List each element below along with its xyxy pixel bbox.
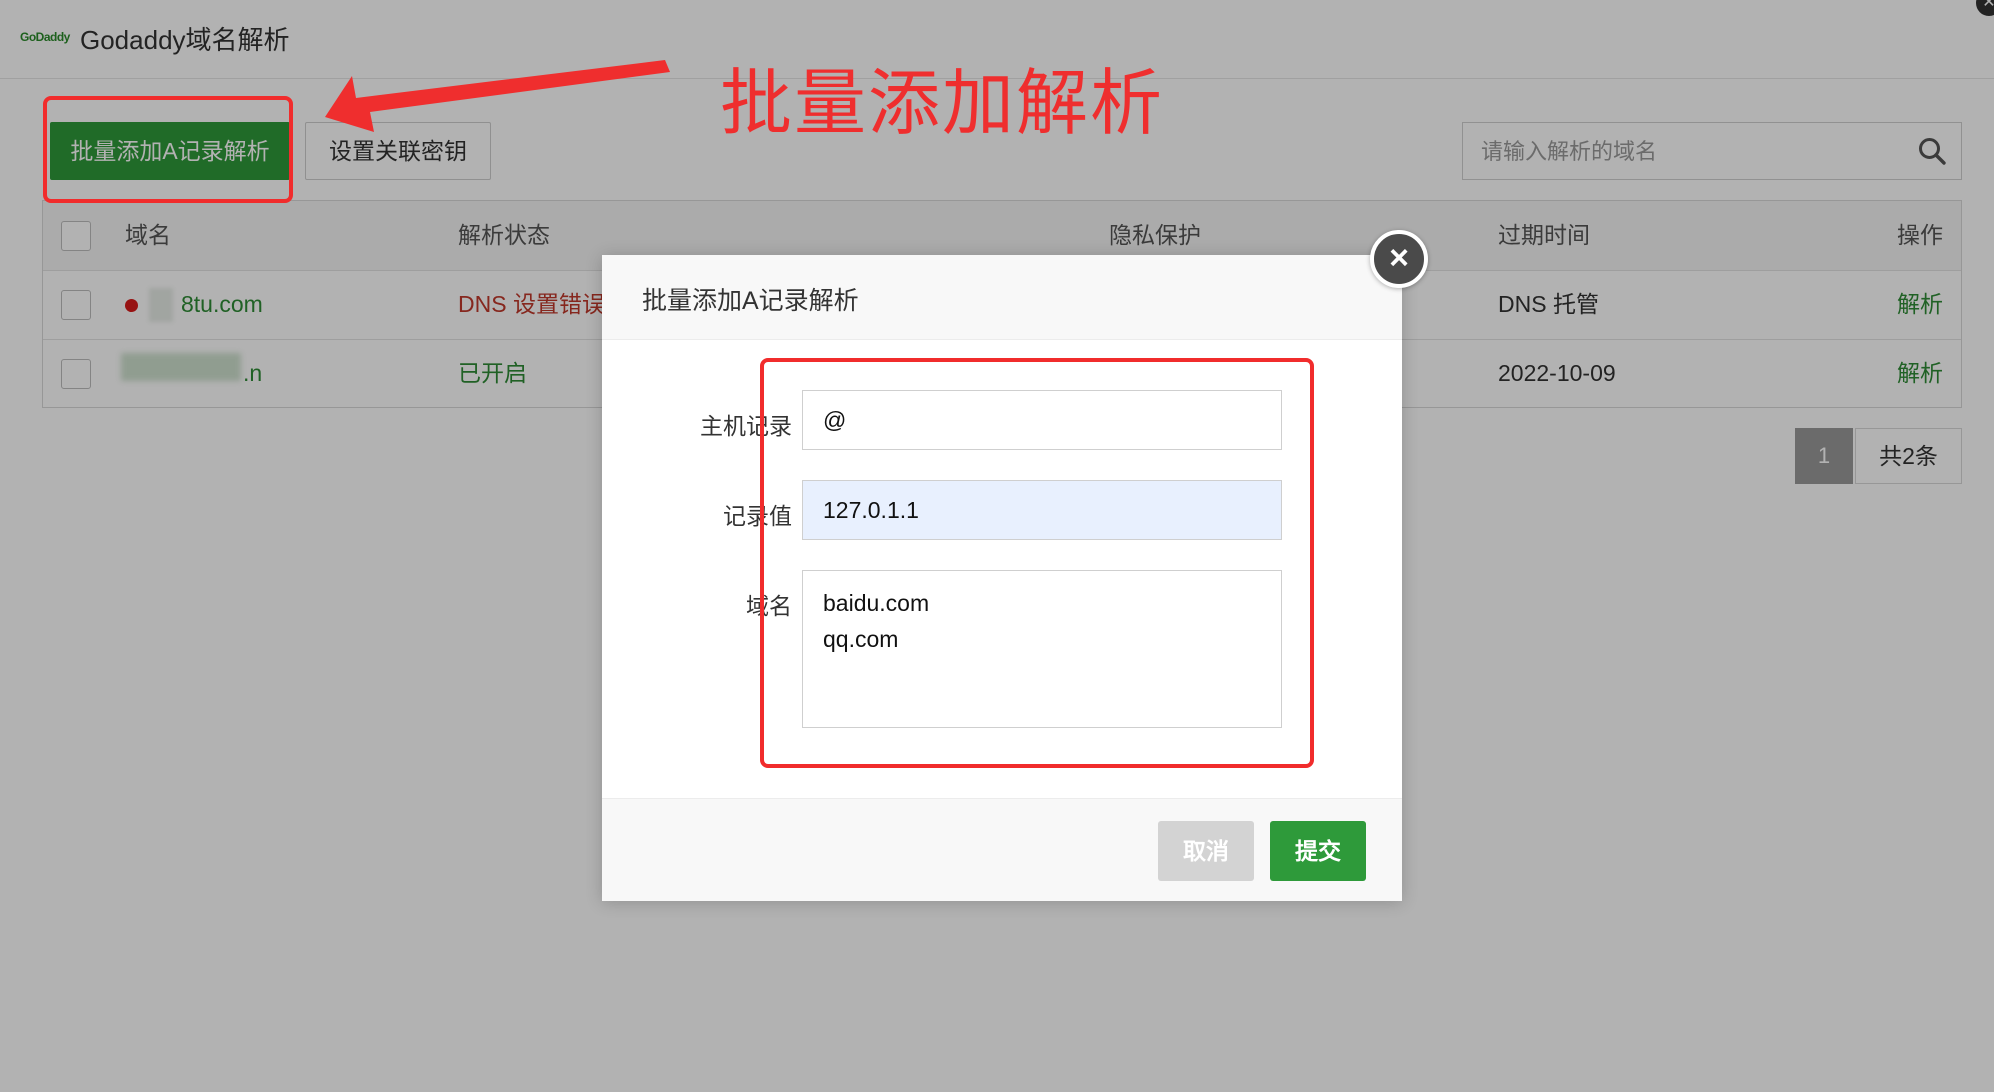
- annotation-text: 批量添加解析: [720, 64, 1165, 144]
- modal-header: 批量添加A记录解析: [602, 255, 1402, 340]
- submit-button[interactable]: 提交: [1270, 821, 1366, 881]
- app-window: GoDaddy Godaddy域名解析 ✕ 批量添加A记录解析 设置关联密钥 域…: [0, 0, 1994, 1092]
- modal-close-button[interactable]: ×: [1370, 230, 1428, 288]
- close-icon: ×: [1389, 239, 1409, 277]
- modal-title: 批量添加A记录解析: [642, 287, 859, 315]
- cancel-button[interactable]: 取消: [1158, 821, 1254, 881]
- annotation-highlight-form: [760, 358, 1314, 768]
